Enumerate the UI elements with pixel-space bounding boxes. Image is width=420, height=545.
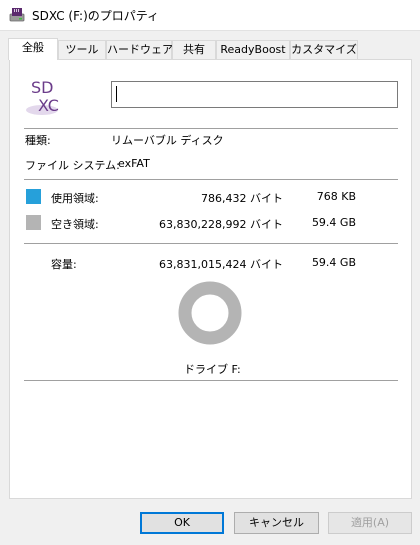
free-space-label: 空き領域: [51,218,99,231]
filesystem-label: ファイル システム: [25,159,120,172]
tab-hardware[interactable]: ハードウェア [106,40,173,59]
divider [24,243,398,244]
filesystem-value: exFAT [118,157,150,170]
logo-text-sd: SD [31,78,53,97]
cancel-button[interactable]: キャンセル [234,512,319,534]
capacity-bytes: 63,831,015,424 バイト [159,258,283,271]
logo-text-xc: XC [38,96,59,115]
title-bar: SDXC (F:)のプロパティ [0,0,420,31]
sdxc-logo-icon: SD XC [26,78,59,115]
free-space-swatch [26,215,41,230]
sd-card-drive-icon [9,8,25,22]
divider [24,179,398,180]
type-label: 種類: [25,134,51,147]
free-space-ring [178,281,242,345]
free-space-bytes: 63,830,228,992 バイト [159,218,283,231]
window-title: SDXC (F:)のプロパティ [32,9,160,23]
tab-customize[interactable]: カスタマイズ [290,40,358,59]
divider [24,128,398,129]
type-value: リムーバブル ディスク [111,134,224,147]
drive-label: ドライブ F: [184,363,241,376]
text-caret [116,86,117,102]
volume-label-input[interactable] [111,81,398,108]
tab-general[interactable]: 全般 [8,38,58,60]
capacity-size: 59.4 GB [311,256,356,269]
used-space-bytes: 786,432 バイト [201,192,283,205]
free-space-size: 59.4 GB [311,216,356,229]
capacity-label: 容量: [51,258,77,271]
general-tab-panel: SD XC 種類: リムーバブル ディスク ファイル システム: exFAT 使… [9,59,412,499]
tab-sharing[interactable]: 共有 [172,40,216,59]
apply-button[interactable]: 適用(A) [328,512,412,534]
disk-usage-donut-chart [178,281,242,345]
used-space-label: 使用領域: [51,192,99,205]
used-space-swatch [26,189,41,204]
ok-button[interactable]: OK [140,512,224,534]
tab-tools[interactable]: ツール [58,40,106,59]
divider [24,380,398,381]
used-space-size: 768 KB [316,190,356,203]
tab-readyboost[interactable]: ReadyBoost [216,40,290,59]
